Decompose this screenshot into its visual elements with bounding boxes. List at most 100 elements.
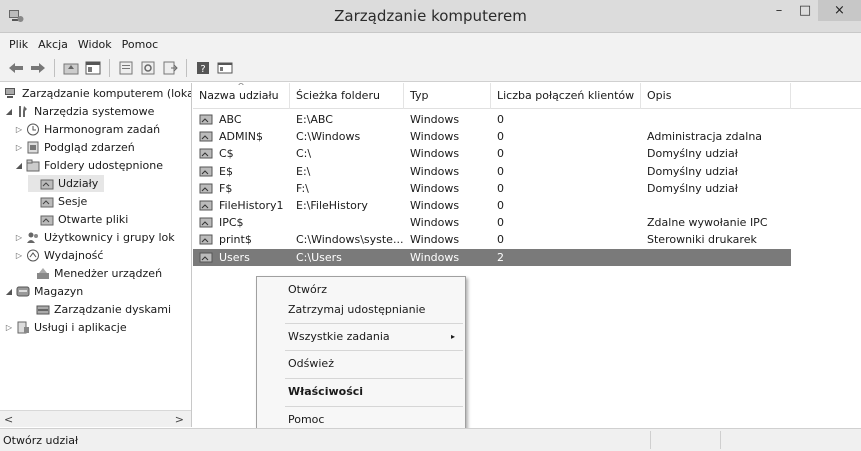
expand-arrow-icon[interactable]: ▷ (14, 233, 24, 242)
up-folder-icon[interactable] (61, 58, 81, 78)
cell-share-name: ABC (219, 113, 242, 126)
cell-type: Windows (410, 233, 460, 247)
device-manager-icon (37, 268, 49, 279)
tree-item-label: Zarządzanie komputerem (loka (22, 87, 192, 100)
disk-icon (36, 305, 50, 315)
tree-item-task-scheduler[interactable]: ▷ Harmonogram zadań (14, 121, 160, 138)
tree-item-label: Udziały (58, 177, 99, 190)
submenu-arrow-icon: ▸ (450, 332, 455, 341)
cell-description: Domyślny udział (647, 147, 738, 161)
scroll-right-icon[interactable]: > (175, 413, 184, 426)
scroll-left-icon[interactable]: < (4, 413, 13, 426)
shared-folder-icon (199, 114, 213, 125)
navigation-tree: Zarządzanie komputerem (loka ◢ Narzędzia… (0, 83, 192, 427)
maximize-button[interactable]: □ (792, 0, 818, 21)
close-button[interactable]: × (818, 0, 861, 21)
tree-item-device-manager[interactable]: Menedżer urządzeń (24, 265, 162, 282)
cell-folder-path: E:\FileHistory (296, 199, 368, 212)
tree-item-system-tools[interactable]: ◢ Narzędzia systemowe (4, 103, 154, 120)
cell-connections: 0 (497, 130, 504, 144)
tree-item-performance[interactable]: ▷ Wydajność (14, 247, 104, 264)
tree-item-computer-management[interactable]: Zarządzanie komputerem (loka (2, 85, 192, 102)
tree-item-sessions[interactable]: Sesje (28, 193, 87, 210)
context-menu-refresh[interactable]: Odśwież (257, 354, 465, 374)
cell-type: Windows (410, 130, 460, 144)
cell-folder-path: C:\ (296, 147, 312, 161)
event-viewer-icon (27, 141, 39, 154)
column-header-client-connections[interactable]: Liczba połączeń klientów (491, 83, 641, 109)
menu-file[interactable]: Plik (4, 38, 33, 51)
cell-type: Windows (410, 164, 460, 178)
tree-item-label: Zarządzanie dyskami (54, 303, 172, 316)
table-row[interactable]: C$ C:\ Windows 0 Domyślny udział (193, 145, 791, 162)
menu-help[interactable]: Pomoc (117, 38, 163, 51)
tree-horizontal-scrollbar[interactable]: < > (0, 410, 191, 427)
console-window-icon[interactable] (215, 58, 235, 78)
expand-arrow-icon[interactable]: ▷ (14, 125, 24, 134)
context-menu-open[interactable]: Otwórz (257, 280, 465, 300)
column-header-folder-path[interactable]: Ścieżka folderu (290, 83, 404, 109)
help-icon[interactable]: ? (193, 58, 213, 78)
cell-type: Windows (410, 147, 460, 161)
tree-item-disk-management[interactable]: Zarządzanie dyskami (24, 301, 171, 318)
cell-type: Windows (410, 216, 460, 230)
tree-item-shared-folders[interactable]: ◢ Foldery udostępnione (14, 157, 163, 174)
column-header-description[interactable]: Opis (641, 83, 791, 109)
tree-item-label: Magazyn (34, 285, 84, 298)
table-row[interactable]: E$ E:\ Windows 0 Domyślny udział (193, 163, 791, 180)
expand-arrow-icon[interactable]: ▷ (4, 323, 14, 332)
table-row[interactable]: F$ F:\ Windows 0 Domyślny udział (193, 180, 791, 197)
tree-item-label: Podgląd zdarzeń (44, 141, 135, 154)
minimize-button[interactable]: – (766, 0, 792, 21)
table-row[interactable]: ABC E:\ABC Windows 0 (193, 111, 791, 128)
export-list-icon[interactable] (160, 58, 180, 78)
cell-type: Windows (410, 199, 460, 212)
table-row[interactable]: FileHistory1 E:\FileHistory Windows 0 (193, 197, 791, 214)
tree-item-shares[interactable]: Udziały (28, 175, 105, 192)
table-row[interactable]: print$ C:\Windows\syste... Windows 0 Sterown… (193, 231, 791, 248)
tools-icon (19, 106, 27, 117)
status-bar: Otwórz udział (0, 428, 861, 451)
cell-description: Zdalne wywołanie IPC (647, 216, 768, 230)
menu-view[interactable]: Widok (73, 38, 117, 51)
tree-item-storage[interactable]: ◢ Magazyn (4, 283, 83, 300)
cell-folder-path: C:\Users (296, 250, 342, 264)
table-row[interactable]: IPC$ Windows 0 Zdalne wywołanie IPC (193, 214, 791, 231)
cell-connections: 0 (497, 216, 504, 230)
tree-item-label: Usługi i aplikacje (34, 321, 127, 334)
table-row[interactable]: Users C:\Users Windows 2 (193, 248, 791, 266)
cell-share-name: ADMIN$ (219, 130, 263, 144)
collapse-arrow-icon[interactable]: ◢ (14, 161, 24, 170)
tree-item-label: Użytkownicy i grupy lok (44, 231, 175, 244)
sort-ascending-icon: ^ (237, 83, 245, 92)
column-header-type[interactable]: Typ (404, 83, 491, 109)
context-menu-help[interactable]: Pomoc (257, 410, 465, 430)
collapse-arrow-icon[interactable]: ◢ (4, 107, 14, 116)
cell-connections: 0 (497, 181, 504, 195)
menu-separator (285, 323, 463, 324)
show-hide-tree-icon[interactable] (83, 58, 103, 78)
properties-icon[interactable] (116, 58, 136, 78)
collapse-arrow-icon[interactable]: ◢ (4, 287, 14, 296)
menu-action[interactable]: Akcja (33, 38, 73, 51)
cell-description: Domyślny udział (647, 181, 738, 195)
context-menu-all-tasks[interactable]: Wszystkie zadania ▸ (257, 327, 465, 347)
tree-item-open-files[interactable]: Otwarte pliki (28, 211, 128, 228)
cell-folder-path: E:\ (296, 164, 311, 178)
tree-item-event-viewer[interactable]: ▷ Podgląd zdarzeń (14, 139, 135, 156)
forward-arrow-icon[interactable] (28, 58, 48, 78)
refresh-icon[interactable] (138, 58, 158, 78)
back-arrow-icon[interactable] (6, 58, 26, 78)
context-menu-stop-sharing[interactable]: Zatrzymaj udostępnianie (257, 300, 465, 320)
table-row[interactable]: ADMIN$ C:\Windows Windows 0 Administracja zd… (193, 128, 791, 145)
tree-item-local-users-groups[interactable]: ▷ Użytkownicy i grupy lok (14, 229, 175, 246)
expand-arrow-icon[interactable]: ▷ (14, 143, 24, 152)
cell-connections: 0 (497, 164, 504, 178)
expand-arrow-icon[interactable]: ▷ (14, 251, 24, 260)
computer-management-icon (5, 88, 15, 98)
context-menu-properties[interactable]: Właściwości (257, 382, 465, 402)
tree-item-services-applications[interactable]: ▷ Usługi i aplikacje (4, 319, 127, 336)
column-header-share-name[interactable]: ^ Nazwa udziału (193, 83, 290, 109)
clock-icon (27, 123, 39, 136)
storage-icon (16, 286, 30, 297)
